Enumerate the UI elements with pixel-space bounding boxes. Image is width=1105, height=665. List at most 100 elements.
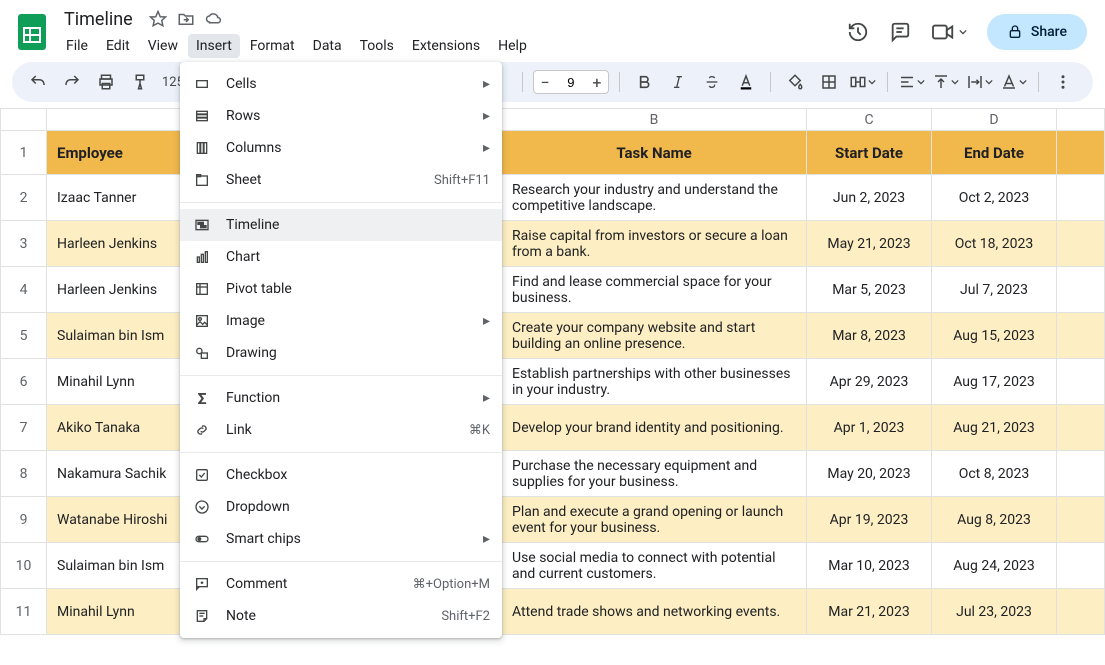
cell[interactable] (1057, 221, 1105, 267)
share-button[interactable]: Share (987, 14, 1087, 50)
select-all-corner[interactable] (1, 109, 47, 131)
row-header[interactable]: 5 (1, 313, 47, 359)
table-row[interactable]: 7Akiko TanakaDevelop your brand identity… (1, 405, 1105, 451)
cell-start[interactable]: Mar 5, 2023 (807, 267, 932, 313)
meet-icon[interactable] (931, 21, 967, 43)
cell-end[interactable]: Aug 24, 2023 (932, 543, 1057, 589)
cell-end[interactable]: Aug 15, 2023 (932, 313, 1057, 359)
row-header[interactable]: 2 (1, 175, 47, 221)
cell[interactable] (1057, 497, 1105, 543)
table-header-row[interactable]: 1 Employee Task Name Start Date End Date (1, 131, 1105, 175)
undo-icon[interactable] (24, 68, 52, 96)
menu-item-timeline[interactable]: Timeline (180, 209, 502, 241)
menu-insert[interactable]: Insert (188, 34, 240, 58)
font-size-control[interactable]: − + (533, 70, 609, 94)
menu-item-function[interactable]: Σ Function ▸ (180, 382, 502, 414)
cell[interactable] (1057, 543, 1105, 589)
menu-tools[interactable]: Tools (352, 34, 402, 58)
cell-start[interactable]: May 20, 2023 (807, 451, 932, 497)
row-header[interactable]: 11 (1, 589, 47, 635)
italic-icon[interactable] (664, 68, 692, 96)
cell-task[interactable]: Research your industry and understand th… (502, 175, 807, 221)
row-header[interactable]: 3 (1, 221, 47, 267)
comment-icon[interactable] (889, 21, 911, 43)
row-header[interactable]: 8 (1, 451, 47, 497)
borders-icon[interactable] (815, 68, 843, 96)
cell-start[interactable]: May 21, 2023 (807, 221, 932, 267)
menu-item-note[interactable]: Note Shift+F2 (180, 600, 502, 632)
menu-item-chart[interactable]: Chart (180, 241, 502, 273)
fill-color-icon[interactable] (781, 68, 809, 96)
cell-end[interactable]: Aug 17, 2023 (932, 359, 1057, 405)
menu-item-sheet[interactable]: Sheet Shift+F11 (180, 164, 502, 196)
cell-end[interactable]: Oct 8, 2023 (932, 451, 1057, 497)
text-color-icon[interactable] (732, 68, 760, 96)
menu-help[interactable]: Help (490, 34, 535, 58)
spreadsheet-grid[interactable]: A B C D 1 Employee Task Name Start Date … (0, 108, 1105, 635)
star-icon[interactable] (149, 10, 167, 28)
cell-task[interactable]: Use social media to connect with potenti… (502, 543, 807, 589)
menu-item-smart-chips[interactable]: Smart chips ▸ (180, 523, 502, 555)
redo-icon[interactable] (58, 68, 86, 96)
valign-icon[interactable] (932, 68, 960, 96)
sheets-logo[interactable] (12, 12, 52, 52)
cell-end[interactable]: Jul 7, 2023 (932, 267, 1057, 313)
menu-item-cells[interactable]: Cells ▸ (180, 68, 502, 100)
menu-item-checkbox[interactable]: Checkbox (180, 459, 502, 491)
cell-task[interactable]: Create your company website and start bu… (502, 313, 807, 359)
cell-end[interactable]: Aug 21, 2023 (932, 405, 1057, 451)
menu-item-pivot[interactable]: Pivot table (180, 273, 502, 305)
cell[interactable] (1057, 175, 1105, 221)
cell[interactable] (1057, 267, 1105, 313)
cell-task[interactable]: Find and lease commercial space for your… (502, 267, 807, 313)
row-header[interactable]: 7 (1, 405, 47, 451)
cell-start[interactable]: Jun 2, 2023 (807, 175, 932, 221)
print-icon[interactable] (92, 68, 120, 96)
merge-cells-icon[interactable] (849, 68, 877, 96)
row-header[interactable]: 9 (1, 497, 47, 543)
table-row[interactable]: 3Harleen JenkinsRaise capital from inves… (1, 221, 1105, 267)
menu-edit[interactable]: Edit (98, 34, 138, 58)
cell-start[interactable]: Mar 8, 2023 (807, 313, 932, 359)
rotate-text-icon[interactable] (1000, 68, 1028, 96)
cell-task[interactable]: Purchase the necessary equipment and sup… (502, 451, 807, 497)
cell-task[interactable]: Raise capital from investors or secure a… (502, 221, 807, 267)
table-row[interactable]: 11Minahil LynnAttend trade shows and net… (1, 589, 1105, 635)
bold-icon[interactable] (630, 68, 658, 96)
table-row[interactable]: 9Watanabe HiroshiPlan and execute a gran… (1, 497, 1105, 543)
table-row[interactable]: 5Sulaiman bin IsmCreate your company web… (1, 313, 1105, 359)
menu-item-image[interactable]: Image ▸ (180, 305, 502, 337)
col-header-e[interactable] (1057, 109, 1105, 131)
strikethrough-icon[interactable] (698, 68, 726, 96)
menu-extensions[interactable]: Extensions (404, 34, 488, 58)
cell-start[interactable]: Apr 19, 2023 (807, 497, 932, 543)
cell[interactable] (1057, 451, 1105, 497)
cell-end[interactable]: Jul 23, 2023 (932, 589, 1057, 635)
menu-item-dropdown[interactable]: Dropdown (180, 491, 502, 523)
row-header[interactable]: 4 (1, 267, 47, 313)
header-task[interactable]: Task Name (502, 131, 807, 175)
row-header[interactable]: 6 (1, 359, 47, 405)
cell-start[interactable]: Mar 21, 2023 (807, 589, 932, 635)
col-header-b[interactable]: B (502, 109, 807, 131)
table-row[interactable]: 8Nakamura SachikPurchase the necessary e… (1, 451, 1105, 497)
header-end[interactable]: End Date (932, 131, 1057, 175)
font-size-input[interactable] (556, 75, 586, 90)
cell[interactable] (1057, 405, 1105, 451)
cloud-icon[interactable] (205, 10, 223, 28)
cell-task[interactable]: Establish partnerships with other busine… (502, 359, 807, 405)
more-icon[interactable] (1049, 68, 1077, 96)
paint-format-icon[interactable] (126, 68, 154, 96)
move-icon[interactable] (177, 10, 195, 28)
cell-start[interactable]: Mar 10, 2023 (807, 543, 932, 589)
cell-end[interactable]: Oct 18, 2023 (932, 221, 1057, 267)
col-header-c[interactable]: C (807, 109, 932, 131)
cell-task[interactable]: Develop your brand identity and position… (502, 405, 807, 451)
increase-font-icon[interactable]: + (586, 73, 608, 92)
menu-item-drawing[interactable]: Drawing (180, 337, 502, 369)
menu-format[interactable]: Format (242, 34, 303, 58)
decrease-font-icon[interactable]: − (534, 73, 556, 92)
row-header[interactable]: 1 (1, 131, 47, 175)
header-start[interactable]: Start Date (807, 131, 932, 175)
menu-data[interactable]: Data (305, 34, 350, 58)
